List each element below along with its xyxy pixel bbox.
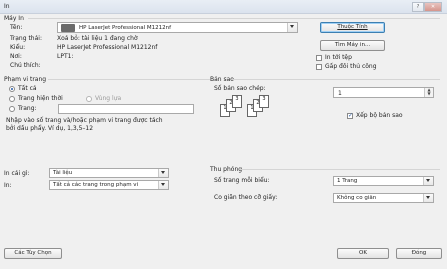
print-value: Tất cả các trang trong phạm vi: [53, 182, 139, 188]
title-bar: In ? ✕: [0, 0, 447, 14]
pages-label: Trang:: [18, 105, 37, 112]
printer-group-label: Máy In: [4, 15, 24, 22]
printer-name-select[interactable]: HP LaserJet Professional M1212nf: [57, 22, 298, 33]
manual-duplex-label: Gấp đôi thủ công: [325, 63, 377, 70]
pages-per-sheet-value: 1 Trang: [337, 178, 358, 184]
copies-count-value: 1: [338, 90, 342, 97]
status-value: Xoá bỏ: tài liệu 1 đang chờ: [57, 35, 138, 42]
options-button-label: Các Tùy Chọn: [14, 250, 52, 256]
print-what-value: Tài liệu: [53, 170, 73, 176]
current-page-radio[interactable]: [9, 96, 15, 102]
copy-page-icon: 3: [232, 95, 242, 108]
status-label: Trạng thái:: [10, 35, 42, 42]
scale-value: Không co giãn: [337, 195, 377, 201]
chevron-down-icon[interactable]: [158, 169, 168, 177]
close-button[interactable]: Đóng: [396, 248, 442, 259]
print-to-file-label: In tới tệp: [325, 54, 352, 61]
selection-radio[interactable]: [86, 96, 92, 102]
manual-duplex-checkbox[interactable]: [316, 64, 322, 70]
print-label: In:: [4, 182, 12, 189]
find-printer-button[interactable]: Tìm Máy in...: [320, 40, 385, 51]
ok-button[interactable]: OK: [337, 248, 389, 259]
help-icon[interactable]: ?: [412, 2, 424, 12]
print-what-label: In cái gì:: [4, 170, 30, 177]
spinner-arrows-icon[interactable]: ▲ ▼: [424, 88, 433, 97]
page-range-hint-1: Nhập vào số trang và/hoặc phạm vi trang …: [6, 117, 163, 124]
type-value: HP LaserJet Professional M1212nf: [57, 44, 158, 51]
chevron-down-icon[interactable]: [423, 194, 433, 202]
printer-name-value: HP LaserJet Professional M1212nf: [79, 25, 172, 31]
page-range-hint-2: bởi dấu phẩy. Ví dụ, 1,3,5–12: [6, 125, 94, 132]
selection-label: Vùng lựa: [95, 95, 122, 102]
printer-name-label: Tên:: [10, 24, 23, 31]
all-pages-radio[interactable]: [9, 86, 15, 92]
zoom-group-label: Thu phóng: [210, 166, 243, 173]
copies-group-label: Bản sao: [210, 76, 234, 83]
comment-label: Chú thích:: [10, 62, 41, 69]
current-page-label: Trang hiện thời: [18, 95, 63, 102]
chevron-down-icon[interactable]: [287, 23, 297, 32]
ok-button-label: OK: [359, 250, 367, 256]
close-button-label: Đóng: [411, 250, 427, 256]
collate-label: Xếp bộ bản sao: [356, 112, 403, 119]
copies-count-spinner[interactable]: 1 ▲ ▼: [333, 87, 434, 98]
pages-per-sheet-label: Số trang mỗi biểu:: [214, 177, 270, 184]
properties-button-label: Thuộc Tính: [337, 24, 368, 30]
scale-select[interactable]: Không co giãn: [333, 193, 434, 203]
print-to-file-checkbox[interactable]: [316, 55, 322, 61]
pages-per-sheet-select[interactable]: 1 Trang: [333, 176, 434, 186]
options-button[interactable]: Các Tùy Chọn: [4, 248, 62, 259]
chevron-down-icon[interactable]: [423, 177, 433, 185]
all-pages-label: Tất cả: [18, 85, 37, 92]
close-icon[interactable]: ✕: [424, 2, 442, 12]
where-label: Nơi:: [10, 53, 22, 60]
print-select[interactable]: Tất cả các trang trong phạm vi: [49, 180, 169, 190]
page-range-group-label: Phạm vi trang: [4, 76, 47, 83]
copy-page-icon: 3: [259, 95, 269, 108]
print-what-select[interactable]: Tài liệu: [49, 168, 169, 178]
type-label: Kiểu:: [10, 44, 26, 51]
find-printer-button-label: Tìm Máy in...: [334, 42, 371, 48]
chevron-down-icon[interactable]: [158, 181, 168, 189]
where-value: LPT1:: [57, 53, 74, 60]
printer-icon: [61, 24, 75, 32]
collate-checkbox[interactable]: [347, 112, 353, 119]
properties-button[interactable]: Thuộc Tính: [320, 22, 385, 33]
window-title: In: [4, 3, 10, 10]
scale-label: Co giãn theo cỡ giấy:: [214, 194, 278, 201]
copies-count-label: Số bản sao chép:: [214, 85, 266, 92]
pages-input[interactable]: [58, 104, 194, 114]
pages-radio[interactable]: [9, 106, 15, 112]
